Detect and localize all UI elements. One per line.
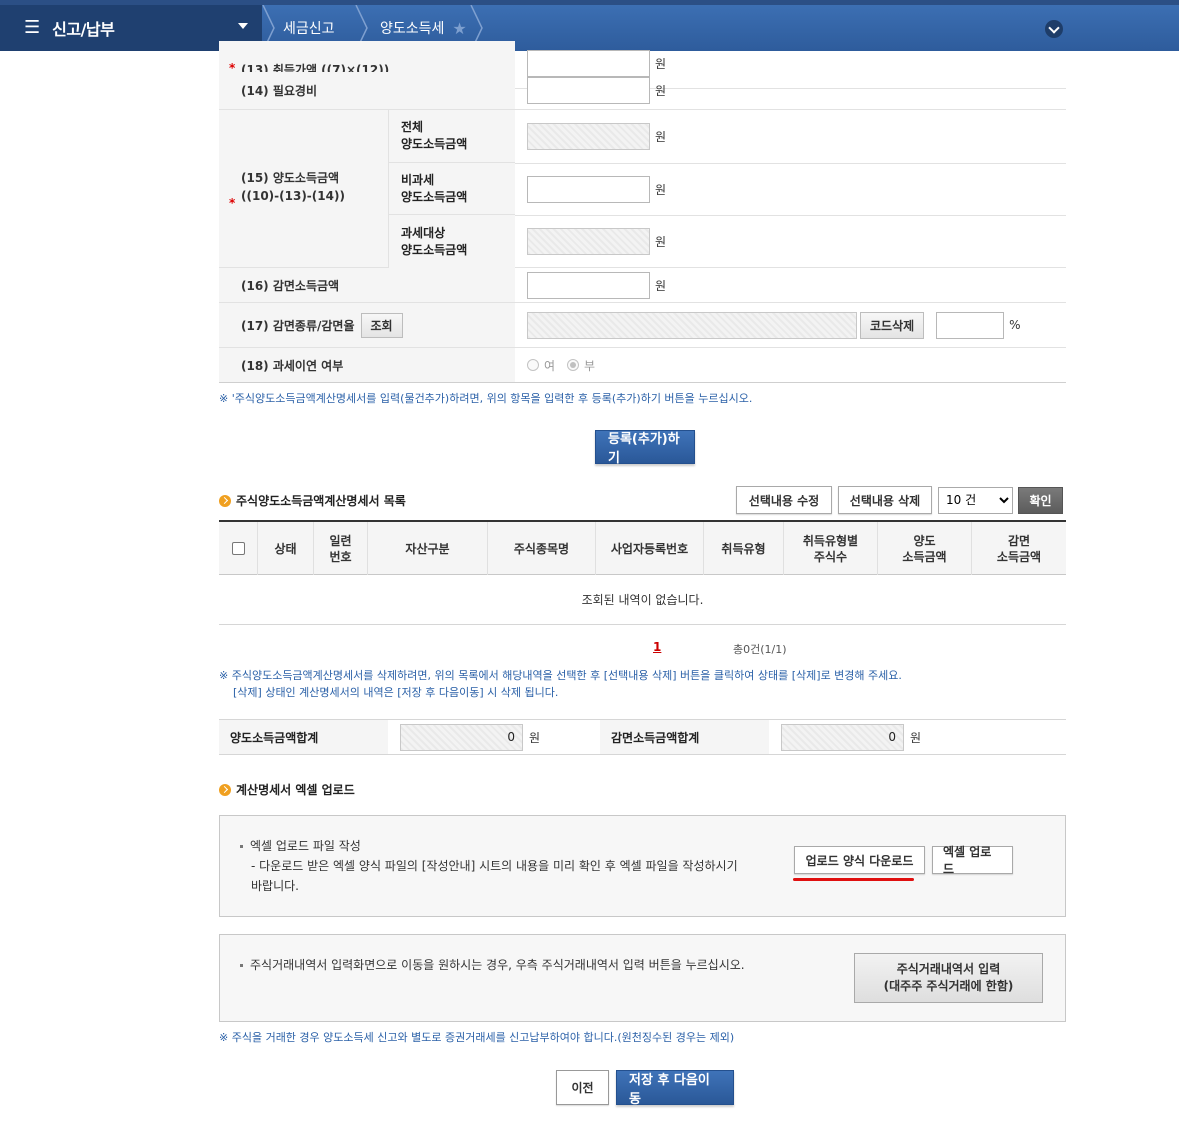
col-business-number: 사업자등록번호 xyxy=(595,522,703,575)
excel-instructions: 엑셀 업로드 파일 작성 - 다운로드 받은 엑셀 양식 파일의 [작성안내] … xyxy=(240,836,738,896)
total-reduced-income-value: 0 xyxy=(781,723,904,751)
field-label: (17) 감면종류/감면율 조회 xyxy=(219,303,515,347)
excel-section-title: 계산명세서 엑셀 업로드 xyxy=(219,781,355,798)
pagination-total: 총0건(1/1) xyxy=(733,643,787,656)
delete-notice: ※ 주식양도소득금액계산명세서를 삭제하려면, 위의 목록에서 해당내역을 선택… xyxy=(219,669,902,699)
unit-label: 원 xyxy=(655,84,667,98)
menu-title: 신고/납부 xyxy=(52,20,115,39)
register-notice: ※ '주식양도소득금액계산명세서를 입력(물건추가)하려면, 위의 항목을 입력… xyxy=(219,392,753,405)
select-all-checkbox[interactable] xyxy=(231,542,245,555)
unit-label: 원 xyxy=(655,235,667,249)
reduction-rate-input[interactable] xyxy=(936,311,1005,339)
delete-selected-button[interactable]: 선택내용 삭제 xyxy=(838,486,932,514)
col-serial: 일련 번호 xyxy=(313,522,367,575)
confirm-button[interactable]: 확인 xyxy=(1018,486,1063,514)
unit-label: 원 xyxy=(655,278,667,293)
hamburger-icon: ☰ xyxy=(24,17,41,38)
excel-upload-box: 엑셀 업로드 파일 작성 - 다운로드 받은 엑셀 양식 파일의 [작성안내] … xyxy=(219,815,1066,917)
form-row-necessary-expense: (14) 필요경비 원 xyxy=(219,72,1066,110)
empty-list-message: 조회된 내역이 없습니다. xyxy=(219,575,1066,625)
necessary-expense-input[interactable] xyxy=(527,77,650,104)
unit-label: 원 xyxy=(655,182,667,197)
unit-label: 원 xyxy=(655,57,667,71)
sub-label-nontaxable: 비과세 양도소득금액 xyxy=(388,163,515,215)
unit-label: 원 xyxy=(655,130,667,144)
sum-row: 양도소득금액합계 0 원 감면소득금액합계 0 원 xyxy=(219,719,1066,755)
col-stock-name: 주식종목명 xyxy=(487,522,595,575)
register-add-button[interactable]: 등록(추가)하기 xyxy=(595,430,695,466)
download-template-button[interactable]: 업로드 양식 다운로드 xyxy=(794,846,925,874)
nontaxable-transfer-income-input[interactable] xyxy=(527,175,650,203)
securities-tax-notice: ※ 주식을 거래한 경우 양도소득세 신고와 별도로 증권거래세를 신고납부하여… xyxy=(219,1031,735,1044)
total-reduced-income-label: 감면소득금액합계 xyxy=(600,720,769,754)
sub-label-taxable: 과세대상 양도소득금액 xyxy=(388,215,515,268)
bullet-arrow-icon xyxy=(219,783,231,796)
save-next-button[interactable]: 저장 후 다음이동 xyxy=(616,1070,734,1107)
required-mark: * xyxy=(229,196,236,210)
chevron-down-icon[interactable] xyxy=(1045,20,1063,38)
total-transfer-income-label: 양도소득금액합계 xyxy=(219,720,388,754)
code-delete-button[interactable]: 코드삭제 xyxy=(860,311,925,339)
radio-yes[interactable] xyxy=(527,359,539,371)
form-row-reduced-income: (16) 감면소득금액 원 xyxy=(219,268,1066,303)
radio-no-label: 부 xyxy=(584,358,596,373)
form-row-tax-deferral: (18) 과세이연 여부 여 부 xyxy=(219,348,1066,383)
field-label: * (15) 양도소득금액 ((10)-(13)-(14)) xyxy=(219,110,388,267)
total-transfer-income-input xyxy=(527,123,650,150)
field-label: (16) 감면소득금액 xyxy=(219,268,515,302)
form-row-reduction-type: (17) 감면종류/감면율 조회 코드삭제 % xyxy=(219,303,1066,348)
trade-statement-input-button[interactable]: 주식거래내역서 입력 (대주주 주식거래에 한함) xyxy=(854,953,1043,1003)
lookup-button[interactable]: 조회 xyxy=(360,312,403,338)
radio-yes-label: 여 xyxy=(544,358,556,373)
trade-input-box: 주식거래내역서 입력화면으로 이동을 원하시는 경우, 우측 주식거래내역서 입… xyxy=(219,934,1066,1022)
col-asset-type: 자산구분 xyxy=(367,522,487,575)
breadcrumb-label: 양도소득세 xyxy=(380,21,445,37)
pagination-page-1[interactable]: 1 xyxy=(653,640,661,654)
total-transfer-income-value: 0 xyxy=(400,723,523,751)
list-section-title: 주식양도소득금액계산명세서 목록 xyxy=(219,492,406,509)
table-header: 상태 일련 번호 자산구분 주식종목명 사업자등록번호 취득유형 취득유형별 주… xyxy=(219,522,1066,575)
page-size-select[interactable]: 10 건 xyxy=(938,486,1013,514)
star-icon[interactable]: ★ xyxy=(452,19,466,38)
unit-label: 원 xyxy=(910,730,922,745)
col-reduced-income: 감면 소득금액 xyxy=(971,522,1066,575)
unit-label: 원 xyxy=(529,730,541,745)
trade-instructions: 주식거래내역서 입력화면으로 이동을 원하시는 경우, 우측 주식거래내역서 입… xyxy=(240,955,745,975)
form-row-transfer-income: * (15) 양도소득금액 ((10)-(13)-(14)) 전체 양도소득금액 … xyxy=(219,110,1066,268)
percent-label: % xyxy=(1009,318,1021,332)
col-shares-by-type: 취득유형별 주식수 xyxy=(783,522,877,575)
col-transfer-income: 양도 소득금액 xyxy=(877,522,971,575)
col-acquisition-type: 취득유형 xyxy=(703,522,783,575)
taxable-transfer-income-input xyxy=(527,228,650,255)
caret-down-icon xyxy=(238,23,248,29)
reduced-income-input[interactable] xyxy=(527,271,650,299)
col-status: 상태 xyxy=(257,522,313,575)
prev-button[interactable]: 이전 xyxy=(556,1070,609,1105)
highlight-underline xyxy=(793,878,914,881)
edit-selected-button[interactable]: 선택내용 수정 xyxy=(736,486,832,514)
excel-upload-button[interactable]: 엑셀 업로드 xyxy=(932,845,1013,876)
field-label: (18) 과세이연 여부 xyxy=(219,348,515,382)
statement-list-table: 상태 일련 번호 자산구분 주식종목명 사업자등록번호 취득유형 취득유형별 주… xyxy=(219,520,1066,625)
sub-label-total: 전체 양도소득금액 xyxy=(388,110,515,163)
radio-no[interactable] xyxy=(567,359,580,371)
reduction-type-input xyxy=(527,311,857,339)
field-label: (14) 필요경비 xyxy=(219,72,515,109)
bullet-arrow-icon xyxy=(219,494,231,507)
